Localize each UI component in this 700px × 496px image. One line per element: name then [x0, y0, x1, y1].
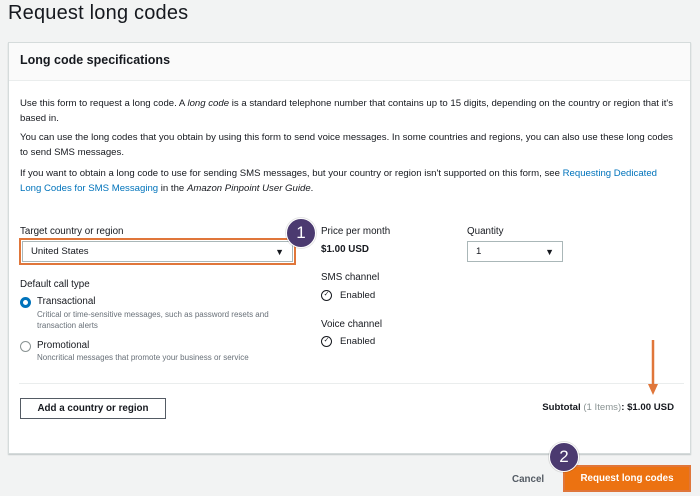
voice-channel-label: Voice channel [321, 319, 383, 330]
transactional-description: Critical or time-sensitive messages, suc… [37, 310, 269, 330]
country-label: Target country or region [20, 226, 124, 237]
panel-title: Long code specifications [20, 53, 171, 67]
submit-highlight-box: Request long codes [563, 465, 691, 492]
sms-text-3: . [310, 182, 314, 194]
sms-channel-label: SMS channel [321, 272, 380, 283]
panel-header: Long code specifications [9, 43, 690, 81]
transactional-radio[interactable] [20, 297, 31, 308]
chevron-down-icon: ▼ [545, 246, 554, 257]
quantity-select-value: 1 [476, 246, 482, 257]
country-select-value: United States [31, 246, 89, 257]
quantity-select[interactable]: 1 ▼ [467, 241, 563, 262]
country-select[interactable]: United States ▼ [22, 241, 293, 262]
promotional-label[interactable]: Promotional [37, 340, 89, 351]
intro-text: Use this form to request a long code. A [20, 98, 188, 109]
subtotal-separator: : [621, 402, 625, 413]
quantity-label: Quantity [467, 226, 504, 237]
long-code-spec-panel: Long code specifications Use this form t… [8, 42, 691, 454]
intro-paragraph: Use this form to request a long code. A … [20, 97, 680, 126]
subtotal-amount: $1.00 USD [627, 402, 674, 413]
sms-text: If you want to obtain a long code to use… [20, 168, 563, 179]
check-circle-icon: ✓ [321, 290, 332, 301]
subtotal-items: (1 Items) [583, 402, 622, 413]
step-badge-2: 2 [549, 442, 579, 472]
cancel-button[interactable]: Cancel [512, 474, 544, 485]
divider [19, 383, 684, 384]
transactional-label[interactable]: Transactional [37, 296, 95, 307]
subtotal-label: Subtotal [542, 402, 581, 413]
step-badge-1: 1 [286, 218, 316, 248]
subtotal: Subtotal (1 Items): $1.00 USD [542, 402, 674, 413]
chevron-down-icon: ▼ [275, 246, 284, 257]
request-long-codes-button[interactable]: Request long codes [565, 467, 689, 490]
page-title: Request long codes [8, 2, 189, 24]
voice-channel-status: Enabled [340, 336, 376, 347]
price-value: $1.00 USD [321, 244, 369, 255]
voice-paragraph: You can use the long codes that you obta… [20, 132, 673, 158]
arrow-down-icon [648, 340, 658, 395]
check-circle-icon: ✓ [321, 336, 332, 347]
sms-text-2: in the [158, 182, 187, 194]
call-type-label: Default call type [20, 279, 90, 290]
user-guide-title: Amazon Pinpoint User Guide [186, 182, 311, 194]
promotional-description: Noncritical messages that promote your b… [37, 353, 249, 362]
price-label: Price per month [321, 226, 391, 237]
promotional-radio[interactable] [20, 341, 31, 352]
intro-emphasis: long code [187, 98, 230, 109]
sms-channel-status: Enabled [340, 290, 376, 301]
sms-paragraph: If you want to obtain a long code to use… [20, 167, 680, 196]
add-country-button[interactable]: Add a country or region [20, 398, 166, 419]
